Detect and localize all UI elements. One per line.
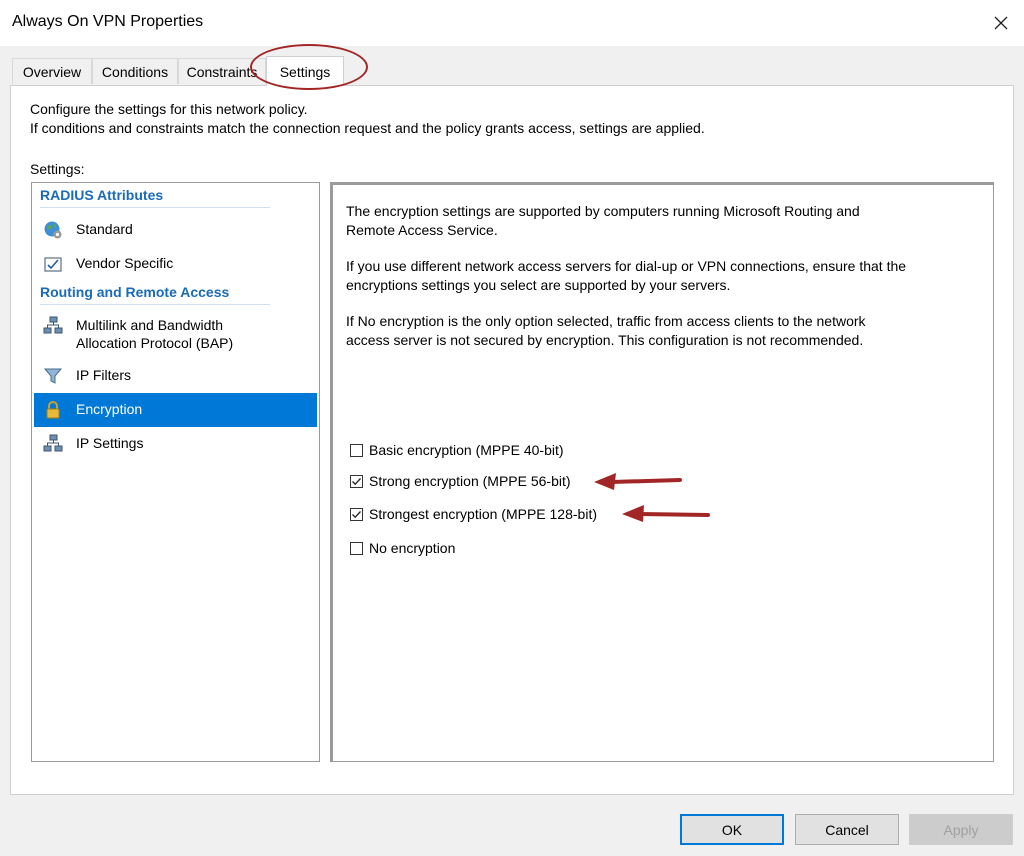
nav-item-label: Encryption [76, 401, 143, 417]
nav-item-label-line: Multilink and Bandwidth [76, 317, 224, 333]
group-header-radius: RADIUS Attributes [40, 187, 164, 203]
tab-label: Settings [279, 63, 331, 80]
strong-encryption-option[interactable]: Strong encryption (MPPE 56-bit) [350, 473, 571, 489]
window-title: Always On VPN Properties [12, 13, 204, 30]
tab-strip: Overview Conditions Constraints Settings [0, 56, 1024, 86]
settings-label: Settings: [30, 161, 85, 177]
tab-conditions[interactable]: Conditions [92, 58, 178, 84]
nav-item-label: Multilink and Bandwidth Allocation Proto… [76, 309, 233, 352]
strongest-encryption-option[interactable]: Strongest encryption (MPPE 128-bit) [350, 506, 597, 522]
nav-item-label: IP Settings [76, 435, 144, 451]
strong-encryption-checkbox[interactable] [350, 474, 363, 488]
title-bar: Always On VPN Properties [0, 0, 1024, 46]
info-line: Remote Access Service. [346, 221, 498, 238]
cancel-button[interactable]: Cancel [795, 814, 899, 845]
checkbox-label: Basic encryption (MPPE 40-bit) [369, 442, 564, 458]
info-paragraph: If you use different network access serv… [346, 257, 946, 294]
checkmark-icon [352, 510, 361, 518]
nav-item-standard[interactable]: Standard [34, 213, 317, 247]
network-computers-icon [42, 433, 64, 455]
annotation-arrow [594, 473, 682, 490]
info-line: access server is not secured by encrypti… [346, 331, 864, 348]
network-computers-icon [42, 315, 64, 337]
padlock-icon [42, 399, 64, 421]
annotation-arrow [622, 505, 710, 522]
basic-encryption-option[interactable]: Basic encryption (MPPE 40-bit) [350, 442, 564, 458]
tab-label: Conditions [101, 63, 169, 80]
strongest-encryption-checkbox[interactable] [350, 507, 363, 521]
nav-item-encryption[interactable]: Encryption [34, 393, 317, 427]
tab-constraints[interactable]: Constraints [178, 58, 266, 84]
apply-button[interactable]: Apply [909, 814, 1013, 845]
nav-item-label: Vendor Specific [76, 255, 174, 271]
globe-gear-icon [42, 219, 64, 241]
info-paragraph: If No encryption is the only option sele… [346, 312, 946, 349]
settings-nav-list: RADIUS Attributes Standard Vendor Specif… [31, 182, 320, 762]
description-line: Configure the settings for this network … [30, 101, 308, 117]
nav-item-multilink-bap[interactable]: Multilink and Bandwidth Allocation Proto… [34, 309, 317, 357]
group-header-routing: Routing and Remote Access [40, 284, 230, 300]
info-line: The encryption settings are supported by… [346, 203, 860, 219]
tab-label: Overview [22, 63, 82, 80]
checked-document-icon [42, 253, 64, 275]
checkbox-label: Strongest encryption (MPPE 128-bit) [369, 506, 597, 522]
tab-settings[interactable]: Settings [266, 56, 344, 86]
tab-overview[interactable]: Overview [12, 58, 92, 84]
checkmark-icon [352, 477, 361, 485]
no-encryption-option[interactable]: No encryption [350, 540, 455, 556]
ok-button[interactable]: OK [680, 814, 784, 845]
nav-item-ip-filters[interactable]: IP Filters [34, 359, 317, 393]
nav-item-label: Standard [76, 221, 133, 237]
info-line: encryptions settings you select are supp… [346, 276, 731, 293]
info-line: If No encryption is the only option sele… [346, 313, 866, 329]
funnel-icon [42, 365, 64, 387]
tab-label: Constraints [186, 63, 258, 80]
basic-encryption-checkbox[interactable] [350, 443, 363, 457]
info-paragraph: The encryption settings are supported by… [346, 202, 946, 239]
group-divider [40, 304, 270, 305]
nav-item-label-line: Allocation Protocol (BAP) [76, 335, 234, 351]
group-divider [40, 207, 270, 208]
close-button[interactable] [978, 0, 1024, 46]
checkbox-label: Strong encryption (MPPE 56-bit) [369, 473, 571, 489]
no-encryption-checkbox[interactable] [350, 541, 363, 555]
settings-tab-panel: Configure the settings for this network … [10, 85, 1014, 795]
nav-item-vendor-specific[interactable]: Vendor Specific [34, 247, 317, 281]
info-line: If you use different network access serv… [346, 258, 907, 274]
description-line: If conditions and constraints match the … [30, 120, 705, 136]
nav-item-label: IP Filters [76, 367, 131, 383]
nav-item-ip-settings[interactable]: IP Settings [34, 427, 317, 461]
checkbox-label: No encryption [369, 540, 456, 556]
close-icon [994, 16, 1008, 30]
